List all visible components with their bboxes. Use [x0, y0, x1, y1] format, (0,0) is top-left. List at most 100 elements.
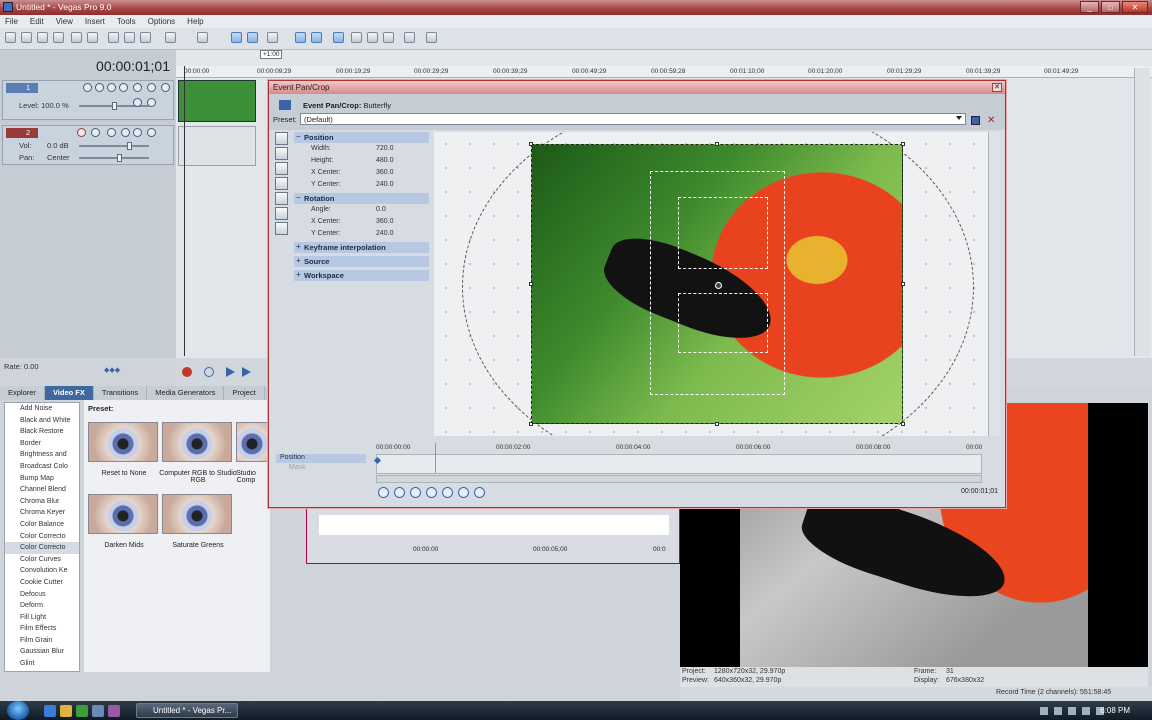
fx-list-item[interactable]: Color Curves — [5, 554, 79, 566]
paste-icon[interactable] — [140, 32, 151, 43]
fx-list-item[interactable]: Cookie Cutter — [5, 577, 79, 589]
menu-insert[interactable]: Insert — [85, 17, 105, 28]
trimmer-viewport[interactable] — [319, 515, 669, 535]
ie-icon[interactable] — [44, 705, 56, 717]
keyframe-ruler[interactable]: 00:00:00:00 00:00:02:00 00:00:04:00 00:0… — [376, 442, 982, 453]
keyframe-track-position[interactable]: Position — [276, 454, 366, 463]
fx-list-item[interactable]: Fill Light — [5, 612, 79, 624]
prop-value[interactable]: 0.0 — [376, 206, 386, 213]
resize-handle[interactable] — [901, 282, 905, 286]
properties-icon[interactable] — [87, 32, 98, 43]
zoom-tool-icon[interactable] — [295, 32, 306, 43]
fx-list-item[interactable]: Channel Blend — [5, 484, 79, 496]
fx-list-item[interactable]: Color Balance — [5, 519, 79, 531]
loop-playback-icon[interactable] — [204, 367, 214, 377]
preset-dropdown[interactable]: (Default) — [300, 113, 966, 125]
preset-thumb-saturate[interactable] — [162, 494, 232, 534]
prop-value[interactable]: 240.0 — [376, 181, 394, 188]
audio-event-clip[interactable] — [178, 126, 256, 166]
fx-list-item[interactable]: Color Correcto — [5, 542, 79, 554]
start-button[interactable] — [7, 701, 29, 720]
mute-icon[interactable] — [133, 83, 142, 92]
delete-preset-icon[interactable]: ✕ — [987, 115, 995, 126]
level-slider-knob[interactable] — [112, 102, 117, 110]
folder-icon[interactable] — [60, 705, 72, 717]
video-event-clip[interactable] — [178, 80, 256, 122]
track-fx-icon[interactable] — [95, 83, 104, 92]
tray-icon[interactable] — [1054, 707, 1062, 715]
auto-ripple-icon[interactable] — [333, 32, 344, 43]
pan-crop-canvas[interactable] — [434, 132, 1000, 436]
preset-thumb-rgb[interactable] — [162, 422, 232, 462]
track-parent-icon[interactable] — [147, 98, 156, 107]
move-freely-icon[interactable] — [275, 222, 288, 235]
help-icon[interactable] — [426, 32, 437, 43]
fx-list-item[interactable]: Bump Map — [5, 473, 79, 485]
timeline-cursor[interactable] — [184, 66, 185, 356]
auto-crossfade-icon[interactable] — [383, 32, 394, 43]
pan-slider-knob[interactable] — [117, 154, 122, 162]
new-project-icon[interactable] — [5, 32, 16, 43]
track-compositing-icon[interactable] — [133, 98, 142, 107]
video-fx-list[interactable]: Add Noise Black and White Black Restore Bor… — [4, 402, 80, 672]
resize-handle[interactable] — [529, 422, 533, 426]
track-1-header[interactable]: 1 Level: 100.0 % — [2, 80, 174, 120]
resize-handle[interactable] — [529, 282, 533, 286]
section-rotation[interactable]: Rotation — [294, 193, 429, 204]
fx-list-item[interactable]: Defocus — [5, 589, 79, 601]
mute-icon[interactable] — [133, 128, 142, 137]
menu-options[interactable]: Options — [148, 17, 176, 28]
timeline-ruler[interactable]: 00:00:00 00:00:09;29 00:00:19;29 00:00:2… — [176, 66, 1152, 78]
prop-value[interactable]: 360.0 — [376, 169, 394, 176]
ignore-grouping-icon[interactable] — [367, 32, 378, 43]
last-keyframe-icon[interactable] — [442, 487, 453, 498]
prop-value[interactable]: 360.0 — [376, 218, 394, 225]
fx-list-item[interactable]: Black Restore — [5, 426, 79, 438]
fx-list-item[interactable]: Convolution Ke — [5, 565, 79, 577]
keyframe-scrollbar[interactable] — [376, 475, 982, 483]
tray-icon[interactable] — [1082, 707, 1090, 715]
lock-aspect-icon[interactable] — [275, 192, 288, 205]
envelope-tool-icon[interactable] — [247, 32, 258, 43]
tab-explorer[interactable]: Explorer — [0, 386, 45, 400]
cut-icon[interactable] — [108, 32, 119, 43]
open-icon[interactable] — [21, 32, 32, 43]
fx-list-item[interactable]: Film Grain — [5, 635, 79, 647]
close-button[interactable]: ✕ — [1122, 1, 1148, 13]
fx-list-item[interactable]: Add Noise — [5, 403, 79, 415]
composite-mode-icon[interactable] — [107, 83, 116, 92]
resize-handle[interactable] — [715, 422, 719, 426]
preset-thumb-darken[interactable] — [88, 494, 158, 534]
resize-handle[interactable] — [901, 422, 905, 426]
add-keyframe-icon[interactable] — [458, 487, 469, 498]
rate-slider-icon[interactable]: ◆◆◆ — [104, 366, 124, 374]
fx-list-item[interactable]: Border — [5, 438, 79, 450]
prop-row[interactable]: Y Center: 240.0 — [294, 180, 429, 191]
fx-list-item[interactable]: Black and White — [5, 415, 79, 427]
prop-row[interactable]: Angle: 0.0 — [294, 205, 429, 216]
show-desktop-icon[interactable] — [92, 705, 104, 717]
dialog-close-button[interactable]: ✕ — [992, 83, 1002, 92]
fx-list-item[interactable]: Brightness and — [5, 449, 79, 461]
preset-thumb-reset[interactable] — [88, 422, 158, 462]
plugin-chain-icon[interactable] — [279, 100, 291, 110]
automation-icon[interactable] — [121, 128, 130, 137]
solo-icon[interactable] — [147, 128, 156, 137]
tab-video-fx[interactable]: Video FX — [44, 386, 94, 400]
resize-handle[interactable] — [529, 142, 533, 146]
bypass-motion-blur-icon[interactable] — [119, 83, 128, 92]
section-workspace[interactable]: Workspace — [294, 270, 429, 281]
keyframe-cursor[interactable] — [435, 443, 436, 473]
snapping-icon[interactable] — [311, 32, 322, 43]
prop-row[interactable]: Height: 480.0 — [294, 156, 429, 167]
record-button[interactable] — [182, 367, 192, 377]
canvas-vertical-scrollbar[interactable] — [988, 132, 1000, 436]
prop-value[interactable]: 480.0 — [376, 157, 394, 164]
keyframe-track[interactable] — [373, 443, 982, 474]
center-point-icon[interactable] — [715, 282, 722, 289]
resize-handle[interactable] — [901, 142, 905, 146]
invert-phase-icon[interactable] — [91, 128, 100, 137]
tray-icon[interactable] — [1040, 707, 1048, 715]
first-keyframe-icon[interactable] — [394, 487, 405, 498]
menu-file[interactable]: File — [5, 17, 18, 28]
